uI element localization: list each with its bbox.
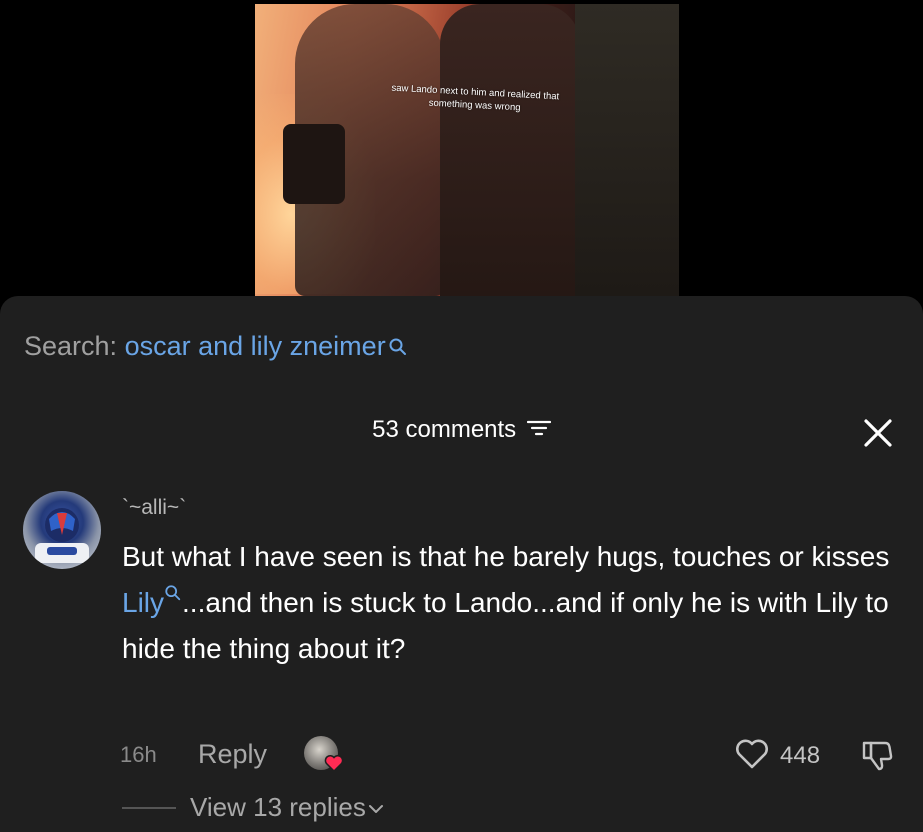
replies-divider	[122, 807, 176, 809]
comment-text-part-1: But what I have seen is that he barely h…	[122, 541, 890, 572]
dislike-icon[interactable]	[860, 738, 894, 777]
comment-actions: 16h Reply 448	[120, 736, 910, 776]
comments-header: 53 comments	[0, 414, 923, 447]
search-suggestion[interactable]: Search: oscar and lily zneimer	[24, 330, 408, 364]
mention-search-icon[interactable]	[164, 585, 182, 618]
search-term-link[interactable]: oscar and lily zneimer	[125, 331, 386, 361]
creator-liked-badge	[304, 736, 348, 776]
comment-body: But what I have seen is that he barely h…	[122, 534, 902, 672]
commenter-avatar[interactable]	[23, 491, 101, 569]
view-replies-label: View 13 replies	[190, 792, 366, 822]
chevron-down-icon	[366, 792, 384, 822]
video-person-center	[440, 4, 580, 296]
comments-sheet: Search: oscar and lily zneimer 53 commen…	[0, 296, 923, 832]
reply-button[interactable]: Reply	[198, 739, 267, 770]
close-icon[interactable]	[862, 417, 894, 449]
search-icon	[388, 332, 408, 364]
video-handbag	[283, 124, 345, 204]
video-person-right	[575, 4, 679, 296]
comment-username[interactable]: `~alli~`	[122, 496, 186, 520]
heart-icon[interactable]	[734, 738, 770, 775]
comment-text-part-2: ...and then is stuck to Lando...and if o…	[122, 587, 889, 664]
video-area: saw Lando next to him and realized that …	[0, 0, 923, 296]
comment-mention-link[interactable]: Lily	[122, 587, 164, 618]
view-replies-row: View 13 replies	[120, 792, 520, 826]
comment-timestamp: 16h	[120, 742, 157, 767]
comments-count: 53 comments	[372, 416, 517, 443]
view-replies-button[interactable]: View 13 replies	[190, 792, 384, 823]
sort-filter-icon[interactable]	[526, 415, 551, 447]
like-count: 448	[780, 742, 821, 769]
search-label: Search:	[24, 331, 118, 361]
creator-heart-icon	[324, 754, 344, 777]
video-thumbnail[interactable]: saw Lando next to him and realized that …	[255, 4, 679, 296]
